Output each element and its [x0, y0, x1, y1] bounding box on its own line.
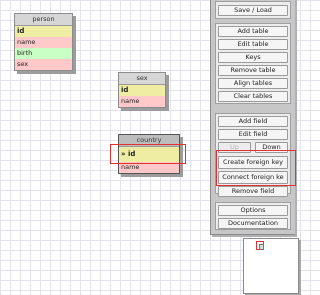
- edit-table-button[interactable]: Edit table: [218, 39, 288, 50]
- table-title[interactable]: sex: [119, 73, 165, 85]
- field-row[interactable]: name: [119, 162, 179, 173]
- move-up-button[interactable]: Up: [218, 142, 251, 153]
- field-row-selected[interactable]: » id: [119, 147, 179, 162]
- field-row[interactable]: id: [119, 85, 165, 96]
- group-tables: Add table Edit table Keys Remove table A…: [215, 23, 291, 104]
- minimap[interactable]: [243, 238, 299, 294]
- document-icon: [259, 244, 264, 250]
- create-foreign-key-button[interactable]: Create foreign key: [218, 156, 288, 169]
- field-row[interactable]: birth: [15, 48, 72, 59]
- save-load-button[interactable]: Save / Load: [218, 5, 288, 16]
- edit-field-button[interactable]: Edit field: [218, 129, 288, 140]
- documentation-button[interactable]: Documentation: [218, 218, 288, 229]
- clear-tables-button[interactable]: Clear tables: [218, 91, 288, 102]
- table-sex[interactable]: sex id name: [118, 72, 166, 108]
- table-country[interactable]: country » id name: [118, 134, 180, 174]
- table-title[interactable]: person: [15, 14, 72, 26]
- control-panel: Save / Load Add table Edit table Keys Re…: [210, 0, 295, 235]
- minimap-viewport[interactable]: [256, 241, 264, 250]
- move-down-button[interactable]: Down: [255, 142, 288, 153]
- field-row[interactable]: name: [119, 96, 165, 107]
- field-row[interactable]: id: [15, 26, 72, 37]
- add-field-button[interactable]: Add field: [218, 116, 288, 127]
- table-person[interactable]: person id name birth sex: [14, 13, 73, 71]
- connect-foreign-key-button[interactable]: Connect foreign ke: [218, 171, 288, 184]
- add-table-button[interactable]: Add table: [218, 26, 288, 37]
- move-field-row: Up Down: [218, 140, 288, 153]
- group-io: Save / Load: [215, 1, 291, 19]
- keys-button[interactable]: Keys: [218, 52, 288, 63]
- table-title[interactable]: country: [119, 135, 179, 147]
- remove-table-button[interactable]: Remove table: [218, 65, 288, 76]
- field-row[interactable]: name: [15, 37, 72, 48]
- field-row[interactable]: sex: [15, 59, 72, 70]
- align-tables-button[interactable]: Align tables: [218, 78, 288, 89]
- group-fields: Add field Edit field Up Down Create fore…: [215, 113, 291, 197]
- options-button[interactable]: Options: [218, 205, 288, 216]
- group-help: Options Documentation: [215, 202, 291, 230]
- remove-field-button[interactable]: Remove field: [218, 186, 288, 197]
